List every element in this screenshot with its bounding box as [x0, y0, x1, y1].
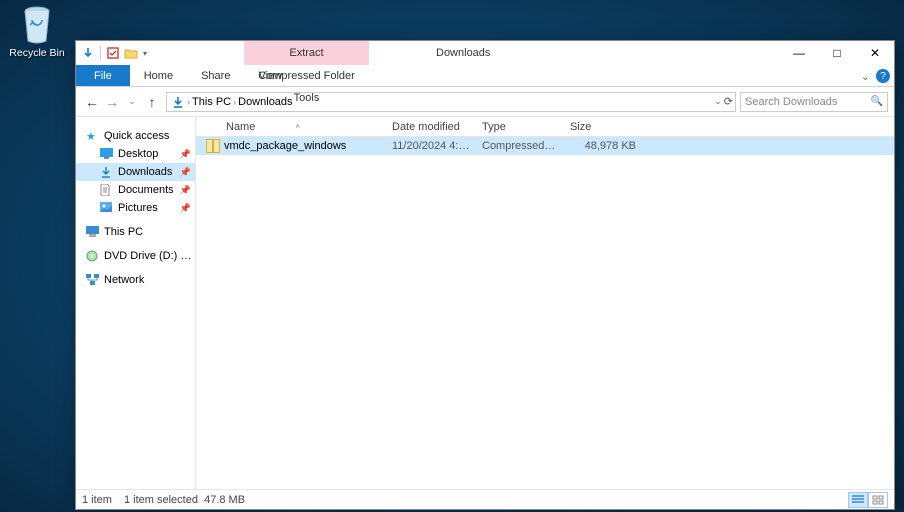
breadcrumb-this-pc[interactable]: This PC — [192, 96, 231, 108]
breadcrumb-downloads[interactable]: Downloads — [238, 96, 292, 108]
large-icons-view-button[interactable] — [868, 492, 888, 508]
pictures-icon — [100, 202, 113, 215]
refresh-icon[interactable]: ⟳ — [724, 95, 733, 108]
down-arrow-icon[interactable] — [80, 45, 96, 61]
desktop-icon — [100, 148, 113, 161]
file-name: vmdc_package_windows — [224, 140, 346, 152]
ribbon-expand-icon[interactable]: ⌄ — [861, 70, 870, 83]
status-selection: 1 item selected 47.8 MB — [124, 494, 245, 506]
help-icon[interactable]: ? — [876, 69, 890, 83]
file-date-cell: 11/20/2024 4:46 AM — [386, 140, 476, 152]
file-name-cell: vmdc_package_windows — [196, 139, 386, 153]
column-name[interactable]: Name ˄ — [196, 117, 386, 136]
nav-item-label: Desktop — [118, 148, 158, 160]
pc-icon — [86, 226, 99, 239]
recycle-bin-label: Recycle Bin — [7, 47, 67, 59]
network-icon — [86, 274, 99, 287]
status-item-count: 1 item — [82, 494, 112, 506]
nav-item-label: This PC — [104, 226, 143, 238]
ribbon-tabs: File Home Share View Compressed Folder T… — [76, 65, 894, 87]
tab-home[interactable]: Home — [130, 65, 187, 86]
breadcrumb[interactable]: › This PC › Downloads ⌄ ⟳ — [166, 92, 736, 112]
nav-pictures[interactable]: Pictures 📌 — [76, 199, 195, 217]
nav-downloads[interactable]: Downloads 📌 — [76, 163, 195, 181]
address-bar-row: ← → ⌄ ↑ › This PC › Downloads ⌄ ⟳ Search… — [76, 87, 894, 117]
file-explorer-window: ▾ Extract Downloads — □ ✕ File Home Shar… — [75, 40, 895, 510]
pin-icon: 📌 — [180, 149, 191, 160]
forward-button[interactable]: → — [102, 92, 122, 112]
folder-icon[interactable] — [123, 45, 139, 61]
column-date[interactable]: Date modified — [386, 117, 476, 136]
pin-icon: 📌 — [180, 203, 191, 214]
nav-item-label: Network — [104, 274, 144, 286]
nav-item-label: Downloads — [118, 166, 172, 178]
maximize-button[interactable]: □ — [818, 41, 856, 65]
chevron-right-icon[interactable]: › — [233, 97, 236, 107]
nav-item-label: DVD Drive (D:) SSS_X6 — [104, 250, 195, 262]
nav-quick-access-label: Quick access — [104, 130, 169, 142]
star-icon: ★ — [86, 130, 99, 143]
up-button[interactable]: ↑ — [142, 92, 162, 112]
details-view-button[interactable] — [848, 492, 868, 508]
close-button[interactable]: ✕ — [856, 41, 894, 65]
tab-file[interactable]: File — [76, 65, 130, 86]
pin-icon: 📌 — [180, 167, 191, 178]
nav-item-label: Documents — [118, 184, 174, 196]
window-title: Downloads — [436, 41, 490, 65]
minimize-button[interactable]: — — [780, 41, 818, 65]
column-headers: Name ˄ Date modified Type Size — [196, 117, 894, 137]
titlebar[interactable]: ▾ Extract Downloads — □ ✕ — [76, 41, 894, 65]
column-type[interactable]: Type — [476, 117, 564, 136]
file-row[interactable]: vmdc_package_windows 11/20/2024 4:46 AM … — [196, 137, 894, 155]
nav-desktop[interactable]: Desktop 📌 — [76, 145, 195, 163]
status-bar: 1 item 1 item selected 47.8 MB — [76, 489, 894, 509]
file-list-pane: Name ˄ Date modified Type Size vmdc_pack… — [196, 117, 894, 489]
file-list[interactable]: vmdc_package_windows 11/20/2024 4:46 AM … — [196, 137, 894, 489]
address-dropdown-icon[interactable]: ⌄ — [714, 96, 722, 107]
qat-dropdown-icon[interactable]: ▾ — [143, 49, 147, 58]
download-icon — [171, 95, 185, 109]
recycle-bin[interactable]: Recycle Bin — [7, 5, 67, 59]
sort-indicator-icon: ˄ — [295, 122, 300, 131]
search-placeholder: Search Downloads — [745, 96, 837, 108]
quick-access-toolbar: ▾ — [76, 41, 147, 65]
download-icon — [100, 166, 113, 179]
column-size[interactable]: Size — [564, 117, 642, 136]
nav-this-pc[interactable]: This PC — [76, 223, 195, 241]
search-input[interactable]: Search Downloads 🔍 — [740, 92, 888, 112]
desktop-background: Recycle Bin ▾ Extract Downloads — — [0, 0, 904, 512]
separator — [100, 46, 101, 60]
properties-icon[interactable] — [105, 45, 121, 61]
tab-share[interactable]: Share — [187, 65, 244, 86]
explorer-body: ★ Quick access Desktop 📌 Downloads 📌 — [76, 117, 894, 489]
search-icon: 🔍 — [871, 96, 883, 107]
window-controls: — □ ✕ — [780, 41, 894, 65]
recycle-bin-icon — [19, 5, 55, 45]
disc-icon — [86, 250, 99, 263]
zip-file-icon — [206, 139, 220, 153]
navigation-pane: ★ Quick access Desktop 📌 Downloads 📌 — [76, 117, 196, 489]
chevron-right-icon[interactable]: › — [187, 97, 190, 107]
pin-icon: 📌 — [180, 185, 191, 196]
nav-dvd-drive[interactable]: DVD Drive (D:) SSS_X6 — [76, 247, 195, 265]
nav-item-label: Pictures — [118, 202, 158, 214]
contextual-tab-extract[interactable]: Extract — [244, 41, 369, 65]
file-type-cell: Compressed (zipp... — [476, 140, 564, 152]
nav-quick-access[interactable]: ★ Quick access — [76, 127, 195, 145]
file-size-cell: 48,978 KB — [564, 140, 642, 152]
back-button[interactable]: ← — [82, 92, 102, 112]
nav-network[interactable]: Network — [76, 271, 195, 289]
document-icon — [100, 184, 113, 197]
recent-locations-button[interactable]: ⌄ — [122, 92, 142, 112]
nav-documents[interactable]: Documents 📌 — [76, 181, 195, 199]
view-mode-toggles — [848, 492, 888, 508]
